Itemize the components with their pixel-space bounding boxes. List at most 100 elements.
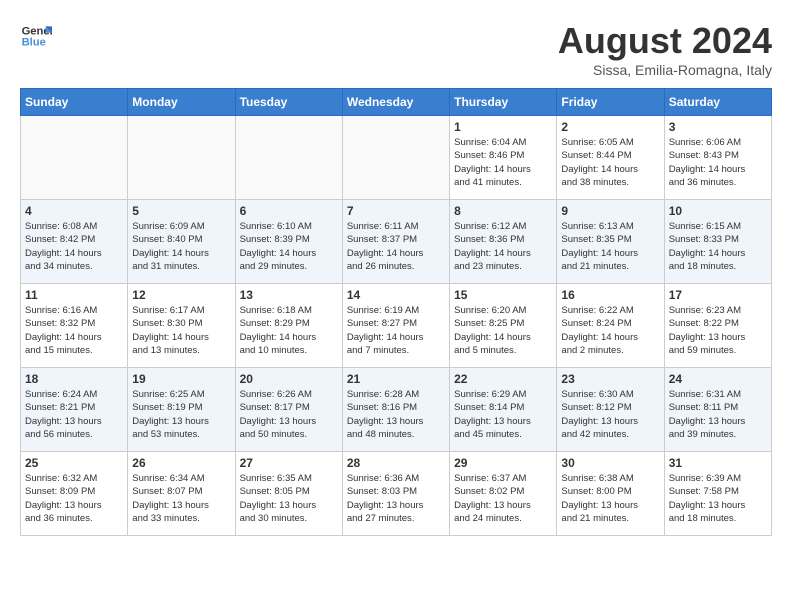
calendar-cell: 18 Sunrise: 6:24 AM Sunset: 8:21 PM Dayli…: [21, 368, 128, 452]
col-header-monday: Monday: [128, 89, 235, 116]
calendar-week-row: 4 Sunrise: 6:08 AM Sunset: 8:42 PM Daylig…: [21, 200, 772, 284]
logo-icon: General Blue: [20, 20, 52, 52]
calendar-cell: 20Sunrise: 6:26 AM Sunset: 8:17 PM Dayli…: [235, 368, 342, 452]
calendar-cell: 14Sunrise: 6:19 AM Sunset: 8:27 PM Dayli…: [342, 284, 449, 368]
cell-content: 9Sunrise: 6:13 AM Sunset: 8:35 PM Daylig…: [561, 204, 659, 279]
cell-content: 13 Sunrise: 6:18 AM Sunset: 8:29 PM Dayli…: [240, 288, 338, 363]
cell-content: 28Sunrise: 6:36 AM Sunset: 8:03 PM Dayli…: [347, 456, 445, 531]
cell-content: 21Sunrise: 6:28 AM Sunset: 8:16 PM Dayli…: [347, 372, 445, 447]
day-number: 19: [132, 372, 230, 386]
day-number: 18: [25, 372, 123, 386]
calendar-week-row: 18 Sunrise: 6:24 AM Sunset: 8:21 PM Dayli…: [21, 368, 772, 452]
day-info: Sunrise: 6:37 AM Sunset: 8:02 PM Dayligh…: [454, 472, 552, 525]
calendar-cell: 30Sunrise: 6:38 AM Sunset: 8:00 PM Dayli…: [557, 452, 664, 536]
cell-content: 24 Sunrise: 6:31 AM Sunset: 8:11 PM Dayli…: [669, 372, 767, 447]
location-subtitle: Sissa, Emilia-Romagna, Italy: [558, 62, 772, 78]
cell-content: 18 Sunrise: 6:24 AM Sunset: 8:21 PM Dayli…: [25, 372, 123, 447]
cell-content: 20Sunrise: 6:26 AM Sunset: 8:17 PM Dayli…: [240, 372, 338, 447]
day-info: Sunrise: 6:16 AM Sunset: 8:32 PM Dayligh…: [25, 304, 123, 357]
calendar-cell: 25Sunrise: 6:32 AM Sunset: 8:09 PM Dayli…: [21, 452, 128, 536]
calendar-week-row: 25Sunrise: 6:32 AM Sunset: 8:09 PM Dayli…: [21, 452, 772, 536]
day-number: 16: [561, 288, 659, 302]
cell-content: 16 Sunrise: 6:22 AM Sunset: 8:24 PM Dayli…: [561, 288, 659, 363]
col-header-saturday: Saturday: [664, 89, 771, 116]
day-info: Sunrise: 6:20 AM Sunset: 8:25 PM Dayligh…: [454, 304, 552, 357]
calendar-cell: 31 Sunrise: 6:39 AM Sunset: 7:58 PM Dayli…: [664, 452, 771, 536]
calendar-cell: 4 Sunrise: 6:08 AM Sunset: 8:42 PM Daylig…: [21, 200, 128, 284]
cell-content: 31 Sunrise: 6:39 AM Sunset: 7:58 PM Dayli…: [669, 456, 767, 531]
cell-content: 7Sunrise: 6:11 AM Sunset: 8:37 PM Daylig…: [347, 204, 445, 279]
month-year-title: August 2024: [558, 20, 772, 62]
day-number: 22: [454, 372, 552, 386]
calendar-cell: 13 Sunrise: 6:18 AM Sunset: 8:29 PM Dayli…: [235, 284, 342, 368]
calendar-cell: 12Sunrise: 6:17 AM Sunset: 8:30 PM Dayli…: [128, 284, 235, 368]
cell-content: 30Sunrise: 6:38 AM Sunset: 8:00 PM Dayli…: [561, 456, 659, 531]
cell-content: 5Sunrise: 6:09 AM Sunset: 8:40 PM Daylig…: [132, 204, 230, 279]
calendar-cell: 19 Sunrise: 6:25 AM Sunset: 8:19 PM Dayli…: [128, 368, 235, 452]
day-info: Sunrise: 6:18 AM Sunset: 8:29 PM Dayligh…: [240, 304, 338, 357]
day-number: 3: [669, 120, 767, 134]
calendar-cell: 1Sunrise: 6:04 AM Sunset: 8:46 PM Daylig…: [450, 116, 557, 200]
calendar-cell: 21Sunrise: 6:28 AM Sunset: 8:16 PM Dayli…: [342, 368, 449, 452]
svg-text:Blue: Blue: [22, 37, 46, 49]
cell-content: 8Sunrise: 6:12 AM Sunset: 8:36 PM Daylig…: [454, 204, 552, 279]
day-info: Sunrise: 6:13 AM Sunset: 8:35 PM Dayligh…: [561, 220, 659, 273]
day-number: 12: [132, 288, 230, 302]
day-info: Sunrise: 6:19 AM Sunset: 8:27 PM Dayligh…: [347, 304, 445, 357]
day-info: Sunrise: 6:34 AM Sunset: 8:07 PM Dayligh…: [132, 472, 230, 525]
cell-content: 2 Sunrise: 6:05 AM Sunset: 8:44 PM Daylig…: [561, 120, 659, 195]
calendar-cell: 16 Sunrise: 6:22 AM Sunset: 8:24 PM Dayli…: [557, 284, 664, 368]
col-header-wednesday: Wednesday: [342, 89, 449, 116]
calendar-cell: 17Sunrise: 6:23 AM Sunset: 8:22 PM Dayli…: [664, 284, 771, 368]
day-info: Sunrise: 6:39 AM Sunset: 7:58 PM Dayligh…: [669, 472, 767, 525]
day-number: 26: [132, 456, 230, 470]
day-info: Sunrise: 6:04 AM Sunset: 8:46 PM Dayligh…: [454, 136, 552, 189]
col-header-thursday: Thursday: [450, 89, 557, 116]
day-info: Sunrise: 6:36 AM Sunset: 8:03 PM Dayligh…: [347, 472, 445, 525]
cell-content: 12Sunrise: 6:17 AM Sunset: 8:30 PM Dayli…: [132, 288, 230, 363]
calendar-cell: 22 Sunrise: 6:29 AM Sunset: 8:14 PM Dayli…: [450, 368, 557, 452]
day-number: 31: [669, 456, 767, 470]
day-info: Sunrise: 6:24 AM Sunset: 8:21 PM Dayligh…: [25, 388, 123, 441]
calendar-cell: 2 Sunrise: 6:05 AM Sunset: 8:44 PM Daylig…: [557, 116, 664, 200]
cell-content: 4 Sunrise: 6:08 AM Sunset: 8:42 PM Daylig…: [25, 204, 123, 279]
cell-content: 19 Sunrise: 6:25 AM Sunset: 8:19 PM Dayli…: [132, 372, 230, 447]
day-info: Sunrise: 6:38 AM Sunset: 8:00 PM Dayligh…: [561, 472, 659, 525]
cell-content: 14Sunrise: 6:19 AM Sunset: 8:27 PM Dayli…: [347, 288, 445, 363]
cell-content: 23 Sunrise: 6:30 AM Sunset: 8:12 PM Dayli…: [561, 372, 659, 447]
day-info: Sunrise: 6:22 AM Sunset: 8:24 PM Dayligh…: [561, 304, 659, 357]
day-number: 23: [561, 372, 659, 386]
cell-content: 11Sunrise: 6:16 AM Sunset: 8:32 PM Dayli…: [25, 288, 123, 363]
calendar-cell: 15 Sunrise: 6:20 AM Sunset: 8:25 PM Dayli…: [450, 284, 557, 368]
day-number: 15: [454, 288, 552, 302]
day-number: 2: [561, 120, 659, 134]
calendar-cell: [235, 116, 342, 200]
calendar-cell: 8Sunrise: 6:12 AM Sunset: 8:36 PM Daylig…: [450, 200, 557, 284]
day-number: 5: [132, 204, 230, 218]
day-info: Sunrise: 6:29 AM Sunset: 8:14 PM Dayligh…: [454, 388, 552, 441]
col-header-sunday: Sunday: [21, 89, 128, 116]
day-info: Sunrise: 6:15 AM Sunset: 8:33 PM Dayligh…: [669, 220, 767, 273]
calendar-header-row: SundayMondayTuesdayWednesdayThursdayFrid…: [21, 89, 772, 116]
title-block: August 2024 Sissa, Emilia-Romagna, Italy: [558, 20, 772, 78]
cell-content: 3Sunrise: 6:06 AM Sunset: 8:43 PM Daylig…: [669, 120, 767, 195]
col-header-friday: Friday: [557, 89, 664, 116]
day-number: 7: [347, 204, 445, 218]
day-number: 4: [25, 204, 123, 218]
day-number: 8: [454, 204, 552, 218]
cell-content: 26 Sunrise: 6:34 AM Sunset: 8:07 PM Dayli…: [132, 456, 230, 531]
day-info: Sunrise: 6:30 AM Sunset: 8:12 PM Dayligh…: [561, 388, 659, 441]
day-number: 29: [454, 456, 552, 470]
day-number: 13: [240, 288, 338, 302]
day-info: Sunrise: 6:05 AM Sunset: 8:44 PM Dayligh…: [561, 136, 659, 189]
day-number: 27: [240, 456, 338, 470]
day-info: Sunrise: 6:31 AM Sunset: 8:11 PM Dayligh…: [669, 388, 767, 441]
day-number: 24: [669, 372, 767, 386]
cell-content: 15 Sunrise: 6:20 AM Sunset: 8:25 PM Dayli…: [454, 288, 552, 363]
logo: General Blue: [20, 20, 52, 52]
day-info: Sunrise: 6:25 AM Sunset: 8:19 PM Dayligh…: [132, 388, 230, 441]
day-info: Sunrise: 6:23 AM Sunset: 8:22 PM Dayligh…: [669, 304, 767, 357]
day-info: Sunrise: 6:35 AM Sunset: 8:05 PM Dayligh…: [240, 472, 338, 525]
day-info: Sunrise: 6:08 AM Sunset: 8:42 PM Dayligh…: [25, 220, 123, 273]
calendar-cell: 9Sunrise: 6:13 AM Sunset: 8:35 PM Daylig…: [557, 200, 664, 284]
